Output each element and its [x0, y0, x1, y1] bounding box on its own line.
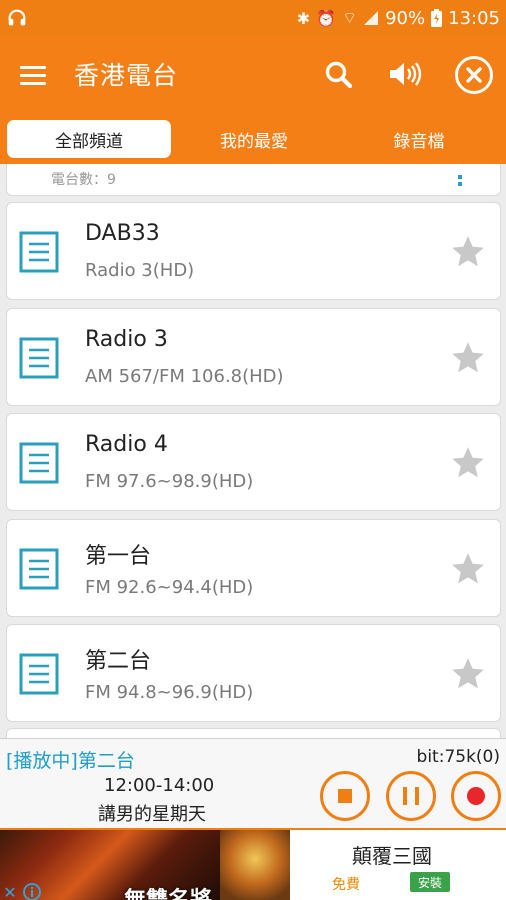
document-icon — [19, 548, 59, 590]
station-item-partial — [6, 728, 501, 738]
pause-icon — [403, 787, 419, 805]
pause-button[interactable] — [386, 771, 436, 821]
station-item[interactable]: 第一台 FM 92.6~94.4(HD) — [6, 519, 501, 617]
status-bar: ✱ ⏰ ⌔ 90% 13:05 — [0, 0, 506, 36]
battery-percent: 90% — [385, 7, 426, 29]
tab-favourites[interactable]: 我的最愛 — [172, 120, 336, 158]
station-name: Radio 3 — [85, 327, 168, 352]
headset-icon — [8, 9, 26, 26]
ad-game-icon — [220, 830, 290, 900]
ad-overlay-text: 無雙名將 — [124, 882, 212, 900]
alarm-icon: ⏰ — [316, 8, 337, 28]
document-icon — [19, 442, 59, 484]
sort-icon — [458, 175, 462, 186]
station-frequency: FM 92.6~94.4(HD) — [85, 577, 254, 598]
clock: 13:05 — [448, 7, 500, 29]
ad-close-icon[interactable]: ✕ — [0, 882, 20, 900]
tab-recordings[interactable]: 錄音檔 — [337, 120, 501, 158]
stop-button[interactable] — [320, 771, 370, 821]
favourite-star-icon[interactable] — [448, 339, 488, 377]
battery-icon — [431, 9, 443, 27]
ad-title: 顛覆三國 — [352, 844, 432, 868]
wifi-icon: ⌔ — [342, 8, 358, 27]
program-name: 講男的星期天 — [98, 804, 206, 825]
ad-install-button[interactable]: 安裝 — [410, 872, 450, 892]
bluetooth-icon: ✱ — [296, 8, 311, 28]
station-list: 電台數：9 DAB33 Radio 3(HD) Radio 3 AM 567/F… — [0, 164, 506, 738]
tab-bar: 全部頻道 我的最愛 錄音檔 — [0, 114, 506, 164]
document-icon — [19, 337, 59, 379]
record-button[interactable] — [451, 771, 501, 821]
list-header-card: 電台數：9 — [6, 164, 501, 196]
station-name: DAB33 — [85, 221, 160, 246]
signal-icon — [364, 11, 379, 25]
station-name: 第一台 — [85, 544, 152, 569]
station-item[interactable]: 第二台 FM 94.8~96.9(HD) — [6, 624, 501, 722]
player-bar: [播放中]第二台 bit:75k(0) 12:00-14:00 講男的星期天 — [0, 738, 506, 828]
ad-info-icon[interactable] — [22, 882, 42, 900]
document-icon — [19, 653, 59, 695]
app-bar: 香港電台 — [0, 36, 506, 114]
station-frequency: AM 567/FM 106.8(HD) — [85, 366, 284, 387]
favourite-star-icon[interactable] — [448, 655, 488, 693]
search-icon[interactable] — [322, 58, 356, 92]
stop-icon — [338, 789, 352, 803]
station-name: Radio 4 — [85, 432, 168, 457]
now-playing-label: [播放中]第二台 — [6, 750, 135, 772]
menu-icon[interactable] — [14, 58, 50, 94]
ad-free-label: 免費 — [332, 877, 360, 893]
volume-icon[interactable] — [386, 56, 424, 92]
document-icon — [19, 231, 59, 273]
station-item[interactable]: DAB33 Radio 3(HD) — [6, 202, 501, 300]
station-item[interactable]: Radio 3 AM 567/FM 106.8(HD) — [6, 308, 501, 406]
station-name: 第二台 — [85, 649, 152, 674]
favourite-star-icon[interactable] — [448, 444, 488, 482]
station-frequency: FM 94.8~96.9(HD) — [85, 682, 254, 703]
station-item[interactable]: Radio 4 FM 97.6~98.9(HD) — [6, 413, 501, 511]
favourite-star-icon[interactable] — [448, 550, 488, 588]
ad-banner[interactable]: 無雙名將 顛覆三國 免費 安裝 ✕ — [0, 828, 506, 900]
bitrate-label: bit:75k(0) — [416, 747, 500, 767]
tab-all-channels[interactable]: 全部頻道 — [7, 120, 171, 158]
station-frequency: FM 97.6~98.9(HD) — [85, 471, 254, 492]
favourite-star-icon[interactable] — [448, 233, 488, 271]
close-icon[interactable] — [455, 56, 493, 94]
station-frequency: Radio 3(HD) — [85, 260, 195, 281]
station-count: 電台數：9 — [51, 172, 116, 188]
app-title: 香港電台 — [74, 61, 179, 90]
record-icon — [467, 787, 485, 805]
program-time: 12:00-14:00 — [104, 775, 215, 796]
